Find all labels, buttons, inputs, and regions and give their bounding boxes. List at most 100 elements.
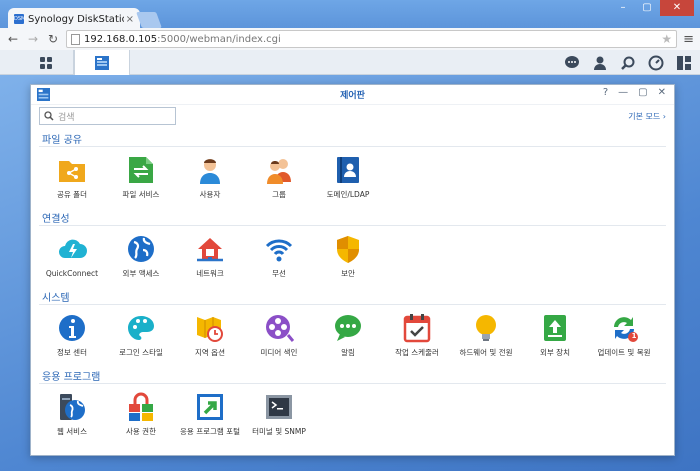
- update-badge: 1: [631, 332, 637, 340]
- search-icon: [44, 111, 54, 121]
- tab-close-button[interactable]: ×: [126, 14, 134, 25]
- item-label: 공유 폴더: [57, 190, 87, 199]
- terminal-snmp-icon: [266, 395, 292, 419]
- task-scheduler-icon: [403, 314, 431, 343]
- section-title-system: 시스템: [42, 293, 70, 304]
- user-account-icon[interactable]: [592, 55, 608, 71]
- external-devices-icon: [544, 315, 566, 341]
- item-label: 외부 액세스: [122, 269, 160, 278]
- login-style-item[interactable]: 로그인 스타일: [107, 313, 175, 358]
- window-close-button[interactable]: ✕: [658, 87, 666, 98]
- forward-button[interactable]: →: [26, 32, 40, 46]
- widgets-icon[interactable]: [676, 55, 692, 71]
- main-menu-button[interactable]: [18, 50, 74, 75]
- section-divider: [39, 383, 666, 384]
- item-label: 작업 스케줄러: [395, 348, 439, 357]
- chat-icon[interactable]: [564, 55, 580, 71]
- maximize-button[interactable]: ▢: [636, 0, 658, 16]
- section-divider: [39, 225, 666, 226]
- item-label: 업데이트 및 복원: [597, 348, 651, 357]
- search-field[interactable]: 검색: [39, 107, 176, 125]
- privileges-icon: [129, 392, 153, 421]
- login-style-icon: [128, 316, 154, 340]
- application-portal-item[interactable]: 응용 프로그램 포털: [176, 392, 244, 437]
- favicon-icon: DSM: [14, 14, 26, 24]
- security-icon: [337, 236, 359, 263]
- item-label: 사용 권한: [126, 427, 156, 436]
- wireless-icon: [265, 239, 293, 262]
- task-scheduler-item[interactable]: 작업 스케줄러: [383, 313, 451, 358]
- external-access-item[interactable]: 외부 액세스: [107, 234, 175, 279]
- item-label: 파일 서비스: [122, 190, 160, 199]
- domain-ldap-item[interactable]: 도메인/LDAP: [314, 155, 382, 200]
- grid-menu-icon: [39, 56, 52, 69]
- item-label: 무선: [272, 269, 286, 278]
- quickconnect-item[interactable]: QuickConnect: [38, 234, 106, 279]
- close-window-button[interactable]: ✕: [660, 0, 694, 16]
- item-label: 사용자: [199, 190, 221, 199]
- notification-icon: [335, 315, 361, 341]
- back-button[interactable]: ←: [6, 32, 20, 46]
- resource-monitor-icon[interactable]: [648, 55, 664, 71]
- help-button[interactable]: ?: [603, 87, 608, 98]
- window-maximize-button[interactable]: ▢: [638, 87, 647, 98]
- address-bar[interactable]: 192.168.0.105 :5000/webman/index.cgi ★: [66, 30, 678, 48]
- item-label: 로그인 스타일: [119, 348, 163, 357]
- user-item[interactable]: 사용자: [176, 155, 244, 200]
- user-icon: [200, 159, 220, 184]
- control-panel-taskbar-button[interactable]: [74, 50, 130, 75]
- file-services-item[interactable]: 파일 서비스: [107, 155, 175, 200]
- regional-options-icon: [197, 317, 223, 342]
- url-host: 192.168.0.105: [84, 33, 158, 45]
- network-item[interactable]: 네트워크: [176, 234, 244, 279]
- info-center-icon: [59, 315, 85, 341]
- item-label: 그룹: [272, 190, 286, 199]
- reload-button[interactable]: ↻: [46, 32, 60, 46]
- browser-toolbar: ← → ↻ 192.168.0.105 :5000/webman/index.c…: [0, 28, 700, 50]
- web-services-item[interactable]: 웹 서비스: [38, 392, 106, 437]
- media-index-icon: [266, 315, 294, 342]
- item-label: 네트워크: [196, 269, 224, 278]
- privileges-item[interactable]: 사용 권한: [107, 392, 175, 437]
- hardware-power-icon: [476, 315, 496, 341]
- minimize-button[interactable]: –: [612, 0, 634, 16]
- group-icon: [267, 159, 291, 184]
- browser-menu-icon[interactable]: ≡: [683, 32, 694, 47]
- item-label: 도메인/LDAP: [326, 190, 370, 199]
- file-services-icon: [129, 157, 153, 183]
- terminal-snmp-item[interactable]: 터미널 및 SNMP: [245, 392, 313, 437]
- window-header: 제어판 ? — ▢ ✕: [31, 85, 674, 105]
- window-title: 제어판: [340, 91, 365, 101]
- tab-title: Synology DiskStation: [28, 13, 124, 25]
- item-label: 하드웨어 및 전원: [459, 348, 513, 357]
- info-center-item[interactable]: 정보 센터: [38, 313, 106, 358]
- domain-ldap-icon: [337, 157, 359, 183]
- section-title-applications: 응용 프로그램: [42, 372, 101, 383]
- application-portal-icon: [197, 394, 223, 420]
- regional-options-item[interactable]: 지역 옵션: [176, 313, 244, 358]
- bookmark-star-icon[interactable]: ★: [661, 32, 672, 46]
- basic-mode-link[interactable]: 기본 모드 ›: [628, 111, 666, 122]
- update-restore-item[interactable]: 업데이트 및 복원 1: [590, 313, 658, 358]
- window-minimize-button[interactable]: —: [618, 87, 628, 98]
- security-item[interactable]: 보안: [314, 234, 382, 279]
- external-access-icon: [128, 236, 154, 262]
- hardware-power-item[interactable]: 하드웨어 및 전원: [452, 313, 520, 358]
- item-label: 정보 센터: [57, 348, 87, 357]
- url-path: :5000/webman/index.cgi: [157, 33, 281, 45]
- section-divider: [39, 146, 666, 147]
- item-label: 웹 서비스: [57, 427, 87, 436]
- group-item[interactable]: 그룹: [245, 155, 313, 200]
- page-icon: [71, 33, 80, 45]
- media-index-item[interactable]: 미디어 색인: [245, 313, 313, 358]
- item-label: 미디어 색인: [260, 348, 298, 357]
- notification-item[interactable]: 알림: [314, 313, 382, 358]
- wireless-item[interactable]: 무선: [245, 234, 313, 279]
- dsm-taskbar: [0, 50, 700, 75]
- external-devices-item[interactable]: 외부 장치: [521, 313, 589, 358]
- item-label: 지역 옵션: [195, 348, 225, 357]
- web-services-icon: [60, 394, 85, 420]
- search-icon[interactable]: [620, 55, 636, 71]
- browser-tab[interactable]: DSM Synology DiskStation ×: [8, 8, 140, 30]
- shared-folder-item[interactable]: 공유 폴더: [38, 155, 106, 200]
